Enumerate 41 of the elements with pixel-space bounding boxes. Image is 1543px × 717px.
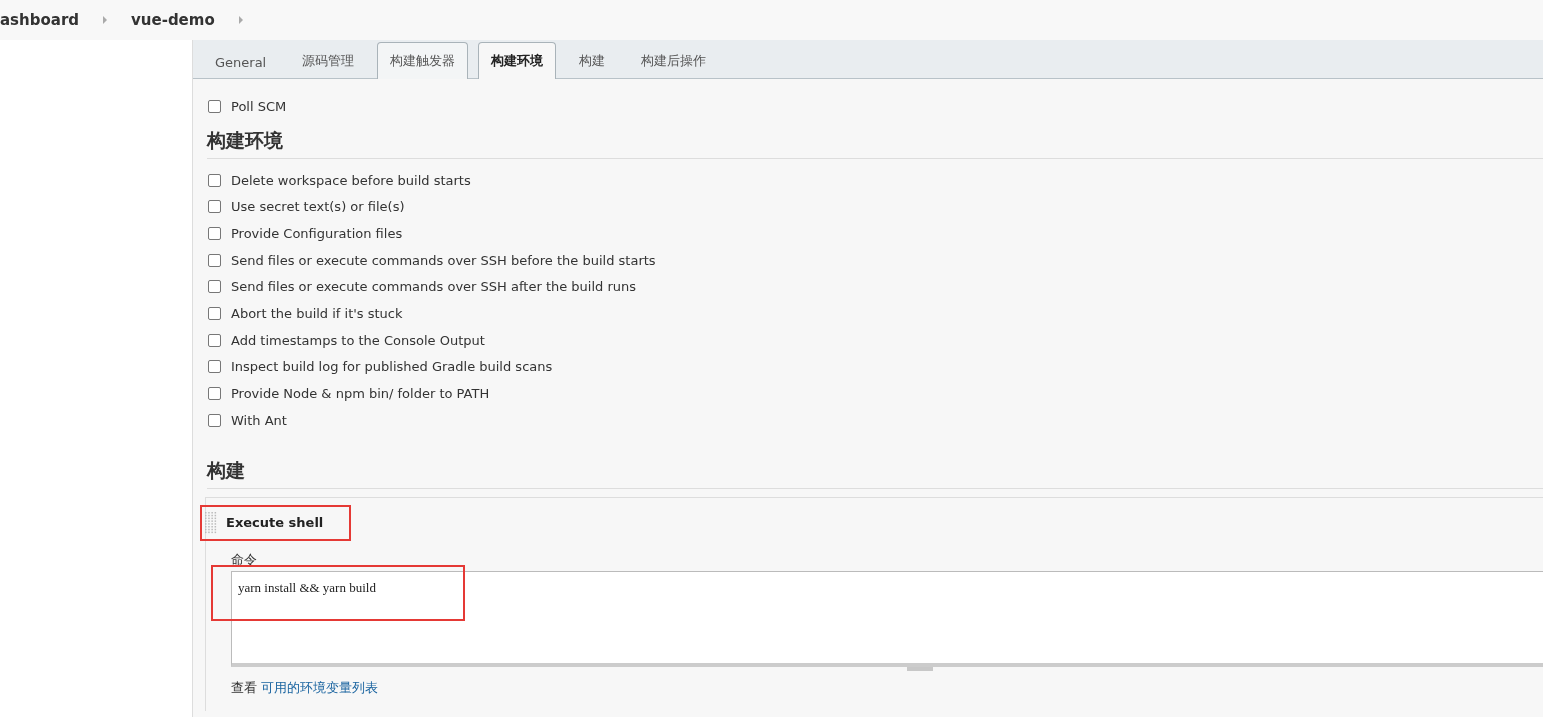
- checkbox[interactable]: [208, 360, 221, 374]
- checkbox[interactable]: [208, 333, 221, 347]
- command-field[interactable]: yarn install && yarn build: [231, 570, 1543, 667]
- breadcrumb-link[interactable]: ashboard: [0, 11, 80, 29]
- tab[interactable]: 源码管理: [289, 42, 368, 79]
- checkbox[interactable]: [208, 253, 221, 267]
- tab[interactable]: 构建: [566, 42, 619, 79]
- checkbox[interactable]: [208, 200, 221, 214]
- step-title: Execute shell: [226, 515, 324, 531]
- checkbox-label: Abort the build if it's stuck: [231, 305, 403, 321]
- checkbox-label: Poll SCM: [231, 98, 287, 114]
- env-vars-link[interactable]: 可用的环境变量列表: [261, 679, 379, 695]
- drag-handle-icon[interactable]: [205, 511, 218, 534]
- tab[interactable]: 构建后操作: [628, 42, 720, 79]
- checkbox-label: Provide Node & npm bin/ folder to PATH: [231, 386, 490, 402]
- tab[interactable]: 构建环境: [478, 42, 557, 79]
- checkbox-label: With Ant: [231, 412, 287, 428]
- checkbox-label: Add timestamps to the Console Output: [231, 332, 485, 348]
- checkbox[interactable]: [208, 387, 221, 401]
- checkbox-label: Use secret text(s) or file(s): [231, 199, 405, 215]
- chevron-icon: [238, 16, 243, 24]
- checkbox-label: Send files or execute commands over SSH before the build starts: [231, 252, 656, 268]
- checkbox-label: Delete workspace before build starts: [231, 172, 471, 188]
- breadcrumb-link[interactable]: vue-demo: [131, 11, 215, 29]
- chevron-icon: [103, 16, 108, 24]
- checkbox-label: Provide Configuration files: [231, 225, 403, 241]
- checkbox[interactable]: [208, 280, 221, 294]
- checkbox-label: Send files or execute commands over SSH after the build runs: [231, 279, 637, 295]
- checkbox[interactable]: [208, 173, 221, 187]
- checkbox[interactable]: [208, 99, 221, 113]
- help-text: 查看: [231, 679, 257, 695]
- checkbox[interactable]: [208, 413, 221, 427]
- checkbox[interactable]: [208, 226, 221, 240]
- tab[interactable]: 构建触发器: [377, 42, 469, 79]
- resize-handle-icon[interactable]: [907, 666, 933, 671]
- checkbox-label: Inspect build log for published Gradle build scans: [231, 359, 553, 375]
- section-heading: 构建: [207, 449, 1543, 489]
- field-label: 命令: [231, 550, 258, 569]
- checkbox[interactable]: [208, 306, 221, 320]
- tab[interactable]: General: [202, 45, 280, 79]
- section-heading: 构建环境: [207, 119, 1543, 159]
